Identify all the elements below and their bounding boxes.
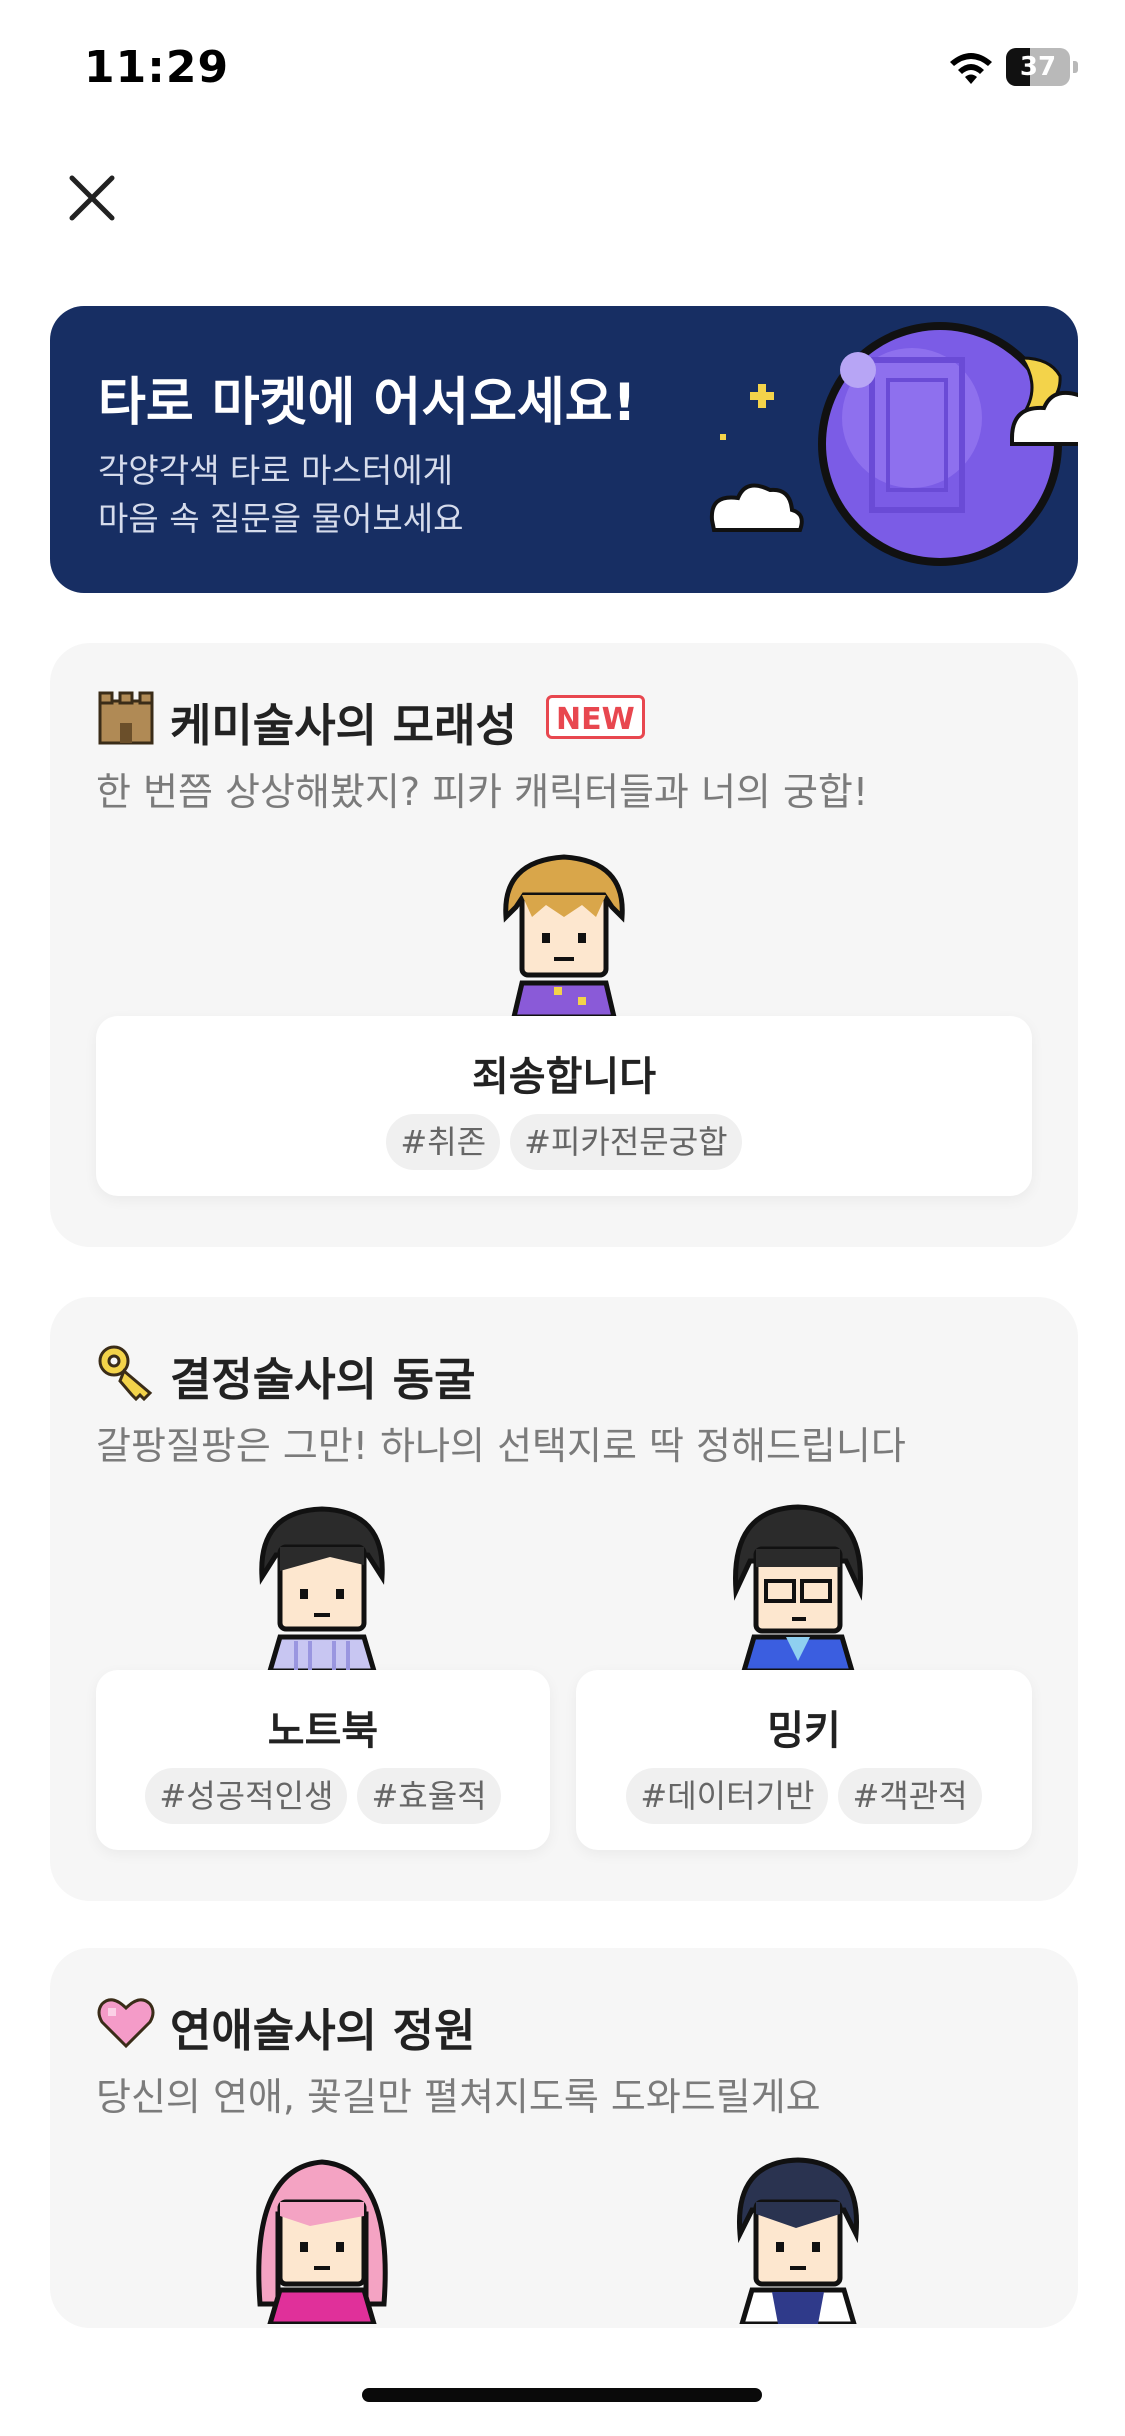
tag-chip: #피카전문궁합 (510, 1114, 742, 1170)
banner-subtitle-line2: 마음 속 질문을 물어보세요 (98, 499, 464, 538)
section-subtitle: 한 번쯤 상상해봤지? 피카 캐릭터들과 너의 궁합! (96, 770, 869, 814)
home-indicator[interactable] (362, 2388, 762, 2402)
reader-card[interactable]: 밍키 #데이터기반 #객관적 (576, 1670, 1032, 1850)
reader-avatar (259, 1506, 385, 1671)
sand-castle-icon (98, 691, 154, 745)
reader-avatar (736, 2157, 860, 2324)
battery-icon: 37 (1006, 48, 1078, 86)
reader-name: 노트북 (267, 1708, 379, 1754)
reader-card[interactable]: 노트북 #성공적인생 #효율적 (96, 1670, 550, 1850)
reader-avatar (503, 854, 625, 1017)
tag-chip: #객관적 (838, 1768, 982, 1824)
purple-planet-cloud-icon (709, 322, 1078, 566)
section-chemistry-sandcastle: 케미술사의 모래성 NEW 한 번쯤 상상해봤지? 피카 캐릭터들과 너의 궁합… (50, 643, 1078, 1247)
reader-card[interactable]: 죄송합니다 #취존 #피카전문궁합 (96, 1016, 1032, 1196)
section-love-garden: 연애술사의 정원 당신의 연애, 꽃길만 펼쳐지도록 도와드릴게요 (50, 1948, 1078, 2328)
reader-avatar (256, 2159, 388, 2324)
tag-chip: #성공적인생 (145, 1768, 348, 1824)
heart-icon (97, 1998, 155, 2049)
section-title: 케미술사의 모래성 (170, 699, 517, 752)
section-title: 연애술사의 정원 (170, 2004, 476, 2057)
reader-name: 밍키 (767, 1708, 841, 1754)
status-bar: 11:29 37 (0, 0, 1125, 140)
battery-level: 37 (1019, 52, 1057, 82)
close-icon[interactable] (62, 168, 122, 228)
banner-subtitle-line1: 각양각색 타로 마스터에게 (98, 451, 453, 490)
new-badge: NEW (546, 695, 645, 739)
tag-chip: #효율적 (357, 1768, 501, 1824)
status-time: 11:29 (84, 42, 230, 93)
tag-chip: #취존 (386, 1114, 501, 1170)
reader-name: 죄송합니다 (472, 1054, 656, 1100)
tag-chip: #데이터기반 (626, 1768, 829, 1824)
section-subtitle: 당신의 연애, 꽃길만 펼쳐지도록 도와드릴게요 (96, 2075, 821, 2119)
banner-title: 타로 마켓에 어서오세요! (98, 373, 637, 433)
section-subtitle: 갈팡질팡은 그만! 하나의 선택지로 딱 정해드립니다 (96, 1424, 906, 1468)
section-title: 결정술사의 동굴 (170, 1353, 476, 1406)
welcome-banner[interactable]: 타로 마켓에 어서오세요! 각양각색 타로 마스터에게 마음 속 질문을 물어보… (50, 306, 1078, 593)
reader-avatar (733, 1504, 863, 1671)
wifi-icon (950, 53, 992, 84)
section-decision-cave: 결정술사의 동굴 갈팡질팡은 그만! 하나의 선택지로 딱 정해드립니다 노트북… (50, 1297, 1078, 1901)
key-icon (98, 1345, 153, 1401)
